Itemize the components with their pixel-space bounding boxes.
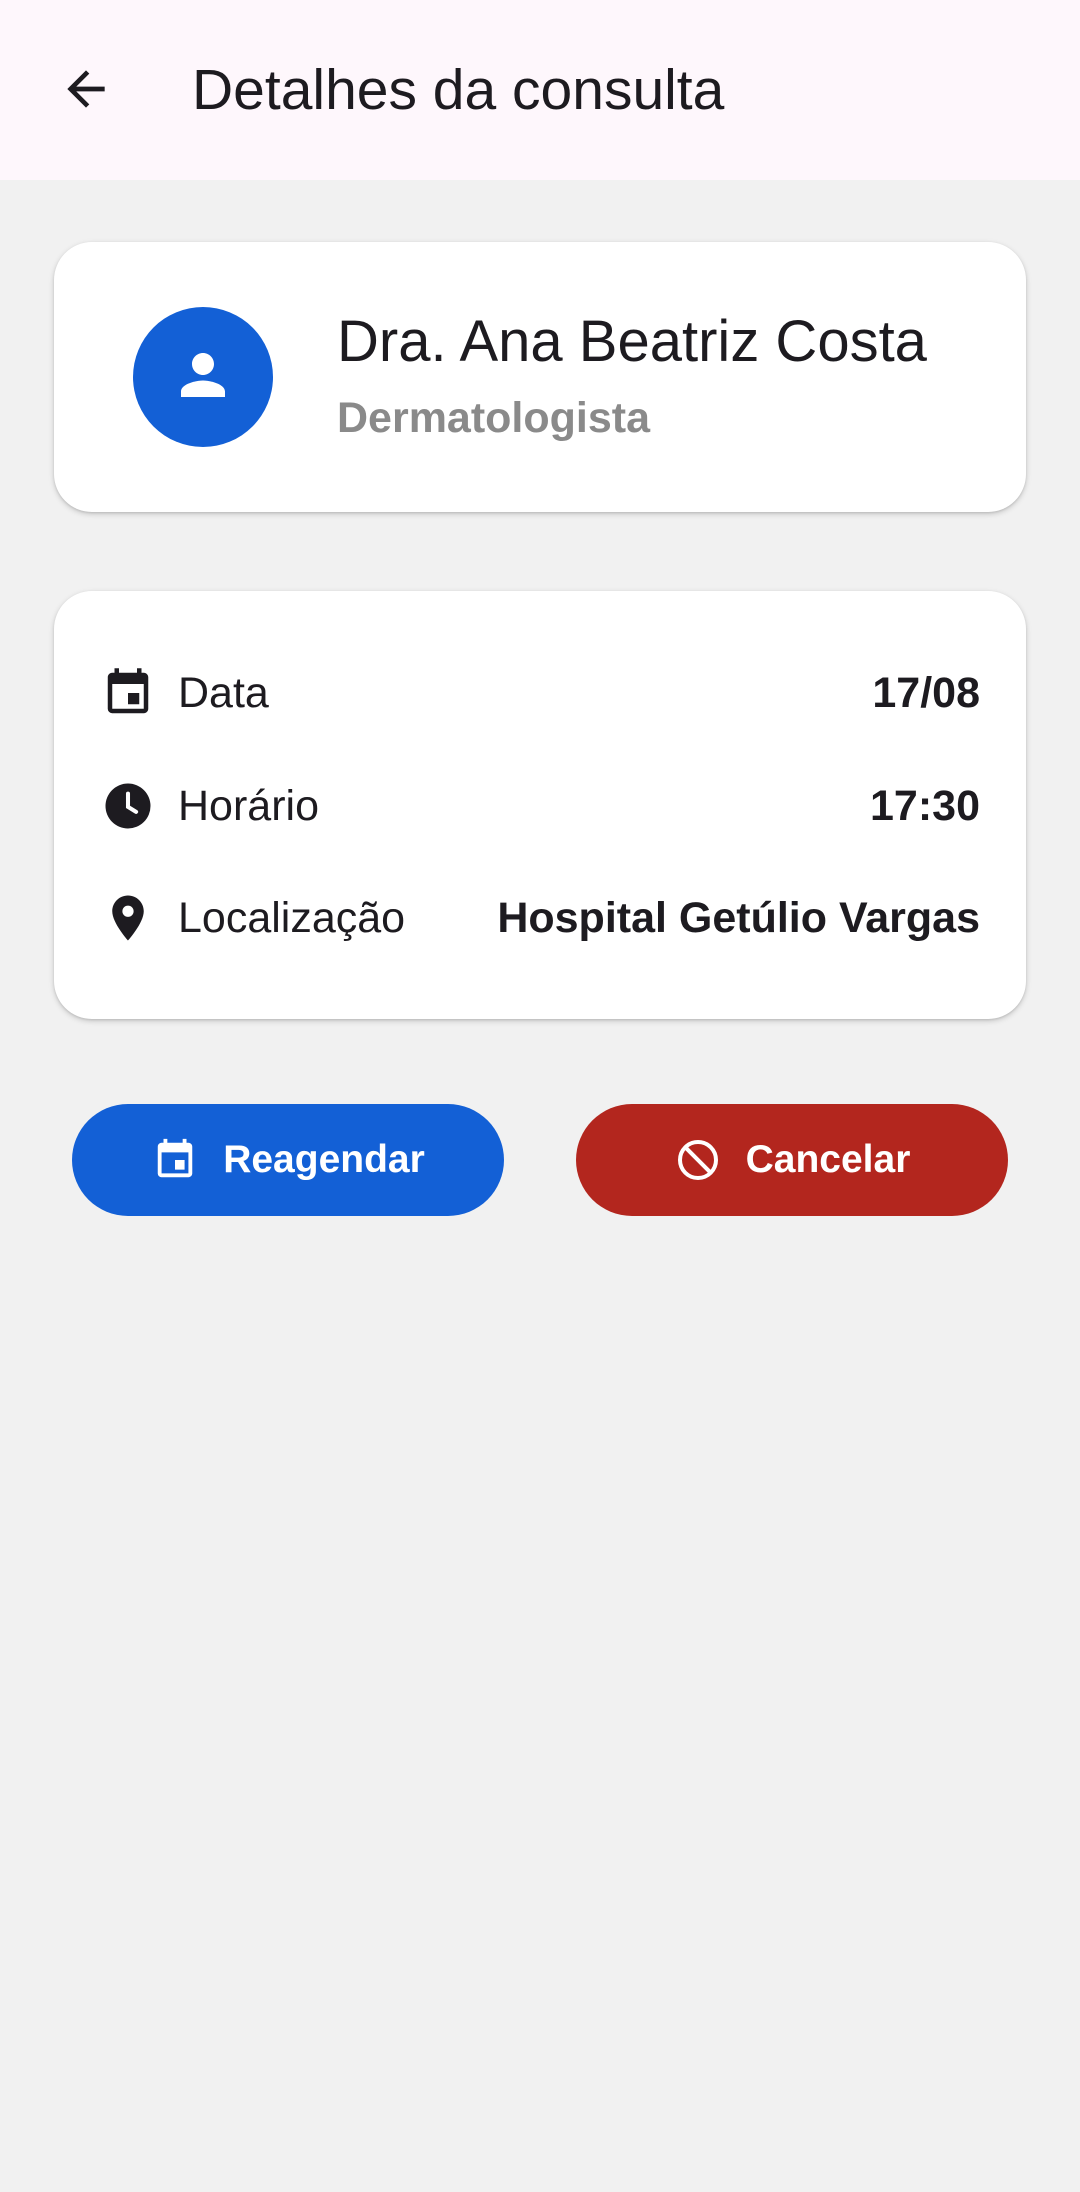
clock-icon xyxy=(100,778,156,834)
location-value: Hospital Getúlio Vargas xyxy=(497,893,980,942)
reschedule-button[interactable]: Reagendar xyxy=(72,1104,504,1216)
doctor-card: Dra. Ana Beatriz Costa Dermatologista xyxy=(54,242,1026,512)
page-title: Detalhes da consulta xyxy=(192,58,725,122)
back-button[interactable] xyxy=(38,46,134,136)
calendar-icon xyxy=(151,1136,199,1184)
detail-row-location: Localização Hospital Getúlio Vargas xyxy=(100,878,980,958)
arrow-back-icon xyxy=(58,61,114,122)
reschedule-button-label: Reagendar xyxy=(223,1138,425,1181)
location-pin-icon xyxy=(100,890,156,946)
person-icon xyxy=(170,342,236,413)
cancel-button[interactable]: Cancelar xyxy=(576,1104,1008,1216)
top-app-bar: Detalhes da consulta xyxy=(0,0,1080,180)
doctor-name: Dra. Ana Beatriz Costa xyxy=(337,309,927,374)
time-value: 17:30 xyxy=(870,781,980,830)
detail-row-time: Horário 17:30 xyxy=(100,766,980,846)
date-label: Data xyxy=(178,668,269,717)
location-label: Localização xyxy=(178,893,406,942)
detail-row-date: Data 17/08 xyxy=(100,653,980,733)
time-label: Horário xyxy=(178,781,319,830)
cancel-button-label: Cancelar xyxy=(745,1138,911,1181)
avatar xyxy=(133,307,273,447)
block-icon xyxy=(674,1136,722,1184)
date-value: 17/08 xyxy=(872,668,980,717)
doctor-specialty: Dermatologista xyxy=(337,394,651,442)
calendar-icon xyxy=(100,665,156,721)
